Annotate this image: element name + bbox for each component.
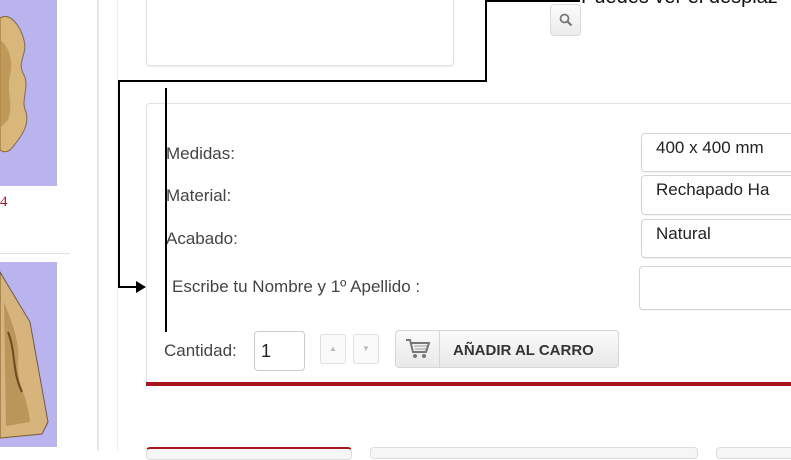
left-product-column: 4	[0, 0, 97, 451]
divider	[0, 253, 70, 254]
add-to-cart-label: AÑADIR AL CARRO	[453, 342, 594, 359]
medidas-select[interactable]: 400 x 400 mm	[641, 133, 791, 172]
bottom-tab[interactable]	[716, 447, 791, 459]
triangle-up-icon: ▲	[329, 344, 337, 353]
quantity-label: Cantidad:	[164, 341, 237, 360]
callout-line	[486, 0, 580, 2]
quantity-up-button[interactable]: ▲	[320, 334, 346, 364]
add-to-cart-button[interactable]: AÑADIR AL CARRO	[395, 330, 619, 368]
search-button[interactable]	[550, 4, 581, 36]
callout-text: Puedes ver el desplaz	[581, 0, 778, 9]
product-thumbnail[interactable]	[0, 0, 57, 186]
name-label: Escribe tu Nombre y 1º Apellido :	[172, 277, 421, 296]
triangle-down-icon: ▼	[362, 344, 370, 353]
column-separator	[97, 0, 99, 451]
quantity-down-button[interactable]: ▼	[353, 334, 379, 364]
cart-icon	[396, 331, 440, 367]
callout-line	[118, 80, 487, 82]
search-panel	[146, 0, 581, 66]
text-cursor-line	[165, 88, 167, 332]
product-number[interactable]: 4	[0, 194, 8, 211]
callout-arrow	[136, 281, 146, 293]
bottom-tab[interactable]	[146, 447, 352, 460]
product-thumbnail[interactable]	[0, 262, 57, 447]
acabado-label: Acabado:	[166, 229, 238, 248]
material-select[interactable]: Rechapado Ha	[641, 175, 791, 215]
callout-line	[118, 286, 138, 288]
callout-line	[485, 0, 487, 81]
name-input[interactable]	[639, 266, 791, 310]
material-label: Material:	[166, 186, 232, 205]
callout-line	[118, 80, 120, 288]
acabado-select[interactable]: Natural	[641, 219, 791, 258]
bottom-tab[interactable]	[370, 447, 698, 459]
panel-accent-border	[146, 382, 791, 386]
medidas-label: Medidas:	[166, 144, 235, 163]
quantity-input[interactable]: 1	[254, 331, 305, 371]
